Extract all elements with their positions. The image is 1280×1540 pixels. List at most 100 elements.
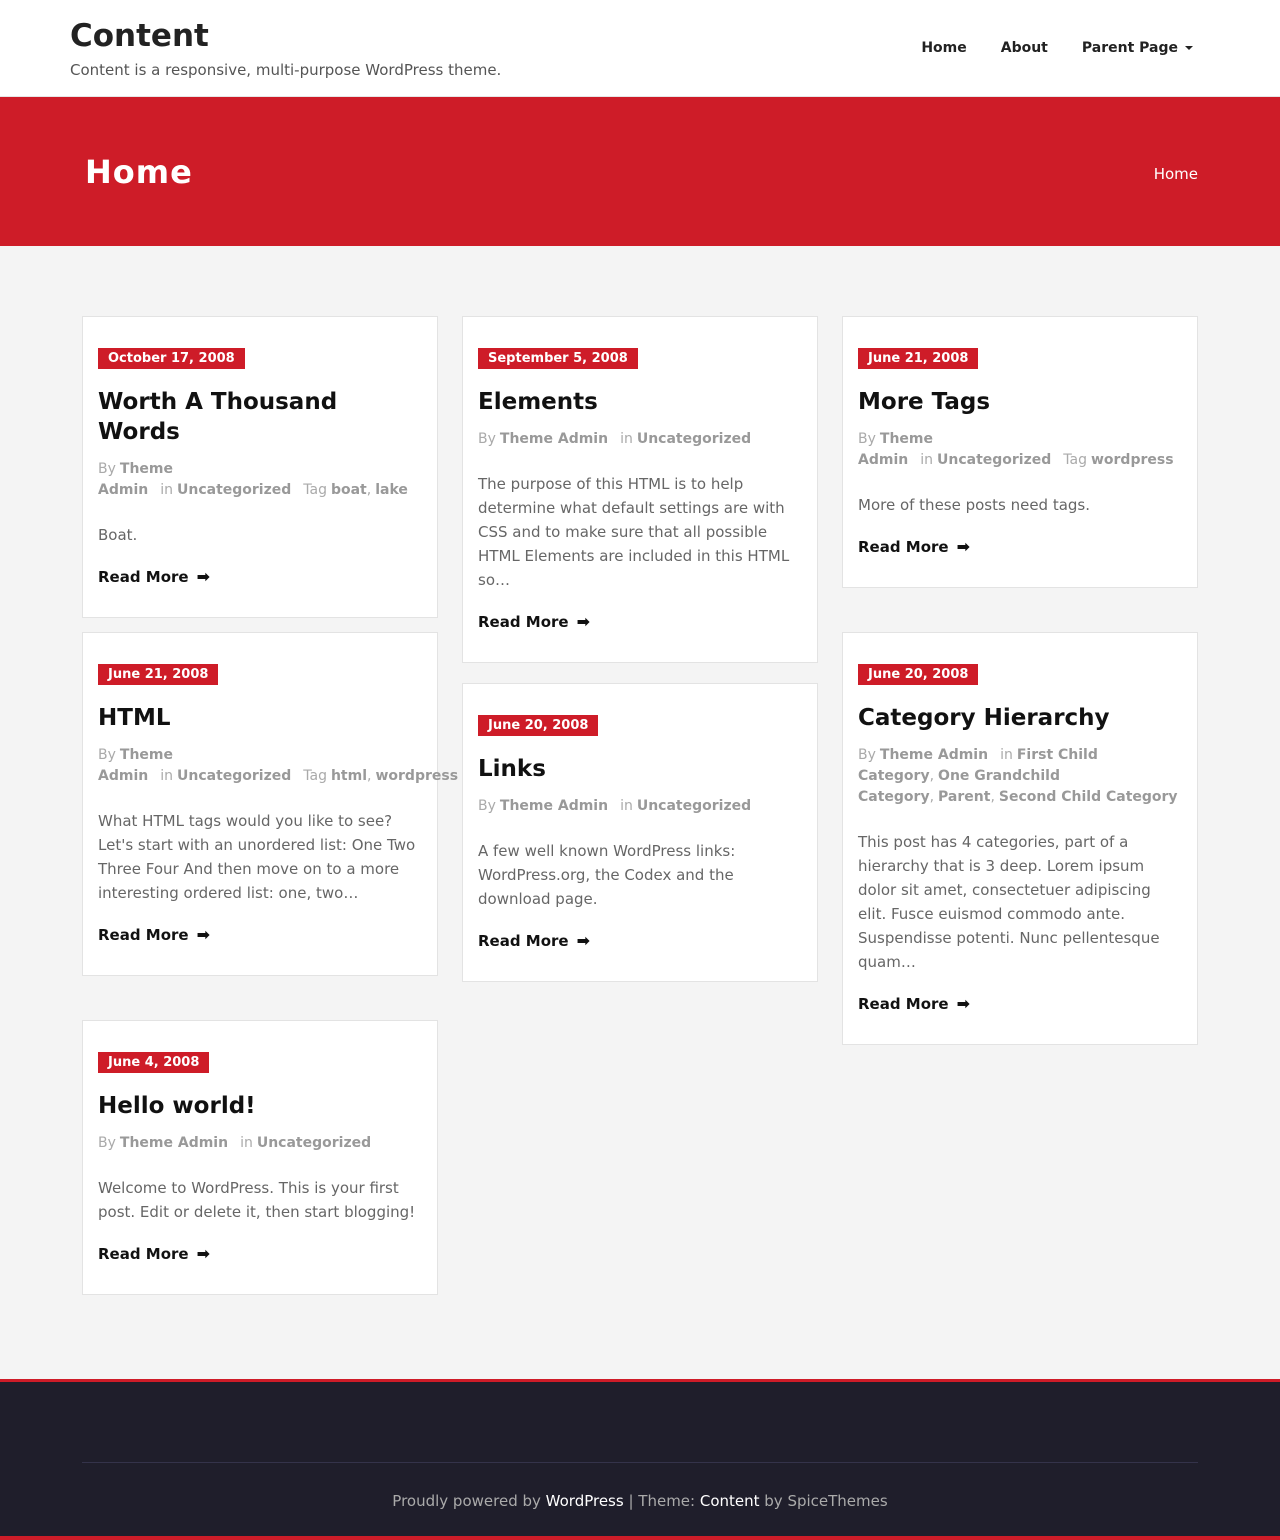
footer-wordpress-link[interactable]: WordPress (546, 1492, 624, 1510)
read-more-link[interactable]: Read More ➡ (478, 612, 590, 631)
post-meta: By Theme Admin in Uncategorized (478, 429, 802, 450)
post-title[interactable]: More Tags (858, 387, 1182, 417)
post-card: June 20, 2008 Links By Theme Admin in Uncateg… (462, 683, 818, 982)
post-tag-link[interactable]: boat (331, 482, 367, 498)
meta-in-label: in (620, 798, 633, 814)
post-excerpt: Boat. (98, 526, 138, 544)
footer-credits: Proudly powered by WordPress | Theme: Co… (0, 1491, 1280, 1511)
post-category-link[interactable]: Uncategorized (257, 1135, 371, 1151)
post-title[interactable]: HTML (98, 703, 422, 733)
post-date-wrap: September 5, 2008 (478, 347, 802, 369)
meta-by-label: By (478, 798, 496, 814)
nav-item-parent-page-label: Parent Page (1081, 40, 1178, 56)
arrow-right-icon: ➡ (576, 931, 591, 950)
read-more-link[interactable]: Read More ➡ (858, 537, 970, 556)
post-category-link[interactable]: Uncategorized (937, 452, 1051, 468)
post-tag-link[interactable]: wordpress (375, 768, 458, 784)
post-author-link[interactable]: Theme Admin (120, 1135, 228, 1151)
read-more-link[interactable]: Read More ➡ (98, 1244, 210, 1263)
footer-theme-link[interactable]: Content (700, 1492, 760, 1510)
post-card: September 5, 2008 Elements By Theme Admin in… (462, 316, 818, 663)
post-category-link[interactable]: Uncategorized (177, 482, 291, 498)
post-meta: By Theme Admin in Uncategorized Tag html, word… (98, 745, 458, 787)
post-date-badge[interactable]: June 4, 2008 (98, 1052, 210, 1073)
meta-in-label: in (1000, 747, 1013, 763)
footer-divider (82, 1462, 1198, 1463)
read-more-link[interactable]: Read More ➡ (478, 931, 590, 950)
post-card: June 21, 2008 HTML By Theme Admin in Uncatego… (82, 632, 458, 976)
post-category-link[interactable]: Uncategorized (637, 798, 751, 814)
nav-item-home[interactable]: Home (921, 38, 966, 58)
footer-separator: | Theme: (623, 1492, 700, 1510)
meta-comma: , (929, 789, 935, 805)
post-author-link[interactable]: Theme Admin (500, 431, 608, 447)
read-more-label: Read More (98, 567, 189, 586)
meta-comma: , (929, 768, 935, 784)
meta-tag-label: Tag (303, 768, 327, 784)
meta-by-label: By (98, 747, 116, 763)
post-date-badge[interactable]: October 17, 2008 (98, 348, 245, 369)
arrow-right-icon: ➡ (196, 1244, 211, 1263)
meta-by-label: By (98, 1135, 116, 1151)
post-title[interactable]: Worth A Thousand Words (98, 387, 422, 447)
meta-in-label: in (160, 482, 173, 498)
post-date-badge[interactable]: June 20, 2008 (478, 715, 599, 736)
meta-by-label: By (858, 747, 876, 763)
read-more-label: Read More (858, 994, 949, 1013)
post-title[interactable]: Links (478, 754, 802, 784)
meta-in-label: in (160, 768, 173, 784)
read-more-link[interactable]: Read More ➡ (98, 925, 210, 944)
nav-item-parent-page[interactable]: Parent Page (1082, 38, 1193, 58)
arrow-right-icon: ➡ (576, 612, 591, 631)
post-excerpt: What HTML tags would you like to see? Le… (98, 812, 416, 902)
meta-by-label: By (858, 431, 876, 447)
post-date-badge[interactable]: June 20, 2008 (858, 664, 979, 685)
site-header: Content Content is a responsive, multi-p… (0, 0, 1280, 97)
post-date-badge[interactable]: June 21, 2008 (858, 348, 979, 369)
post-author-link[interactable]: Theme Admin (500, 798, 608, 814)
post-category-link[interactable]: Uncategorized (177, 768, 291, 784)
read-more-label: Read More (478, 931, 569, 950)
post-category-link[interactable]: Second Child Category (999, 789, 1178, 805)
post-date-wrap: June 20, 2008 (858, 663, 1182, 685)
post-category-link[interactable]: Parent (938, 789, 990, 805)
site-description: Content is a responsive, multi-purpose W… (70, 61, 502, 79)
meta-in-label: in (620, 431, 633, 447)
caret-down-icon (1185, 46, 1193, 50)
arrow-right-icon: ➡ (956, 994, 971, 1013)
post-tag-link[interactable]: html (331, 768, 367, 784)
post-category-link[interactable]: Uncategorized (637, 431, 751, 447)
post-card: June 20, 2008 Category Hierarchy By Theme A… (842, 632, 1198, 1045)
post-excerpt: More of these posts need tags. (858, 496, 1091, 514)
page-title: Home (85, 153, 193, 191)
post-excerpt: Welcome to WordPress. This is your first… (98, 1179, 416, 1221)
post-date-wrap: June 4, 2008 (98, 1051, 422, 1073)
post-meta: By Theme Admin in Uncategorized (478, 796, 802, 817)
post-date-wrap: June 21, 2008 (858, 347, 1182, 369)
arrow-right-icon: ➡ (196, 925, 211, 944)
site-title[interactable]: Content (70, 16, 209, 56)
post-title[interactable]: Category Hierarchy (858, 703, 1182, 733)
post-meta: By Theme Admin in Uncategorized Tag boat, lake (98, 459, 422, 501)
site-footer: Proudly powered by WordPress | Theme: Co… (0, 1379, 1280, 1540)
read-more-link[interactable]: Read More ➡ (98, 567, 210, 586)
post-date-badge[interactable]: September 5, 2008 (478, 348, 638, 369)
read-more-label: Read More (98, 1244, 189, 1263)
post-date-wrap: June 21, 2008 (98, 663, 422, 685)
read-more-link[interactable]: Read More ➡ (858, 994, 970, 1013)
post-date-wrap: June 20, 2008 (478, 714, 802, 736)
arrow-right-icon: ➡ (196, 567, 211, 586)
post-date-badge[interactable]: June 21, 2008 (98, 664, 219, 685)
post-tag-link[interactable]: wordpress (1091, 452, 1174, 468)
post-meta: By Theme Admin in Uncategorized (98, 1133, 422, 1154)
meta-tag-label: Tag (1063, 452, 1087, 468)
post-author-link[interactable]: Theme Admin (880, 747, 988, 763)
post-tag-link[interactable]: lake (375, 482, 408, 498)
post-title[interactable]: Hello world! (98, 1091, 422, 1121)
nav-item-about[interactable]: About (1001, 38, 1048, 58)
breadcrumb-home[interactable]: Home (1154, 164, 1198, 184)
meta-comma: , (990, 789, 995, 805)
post-title[interactable]: Elements (478, 387, 802, 417)
post-excerpt: The purpose of this HTML is to help dete… (478, 475, 790, 589)
meta-in-label: in (920, 452, 933, 468)
